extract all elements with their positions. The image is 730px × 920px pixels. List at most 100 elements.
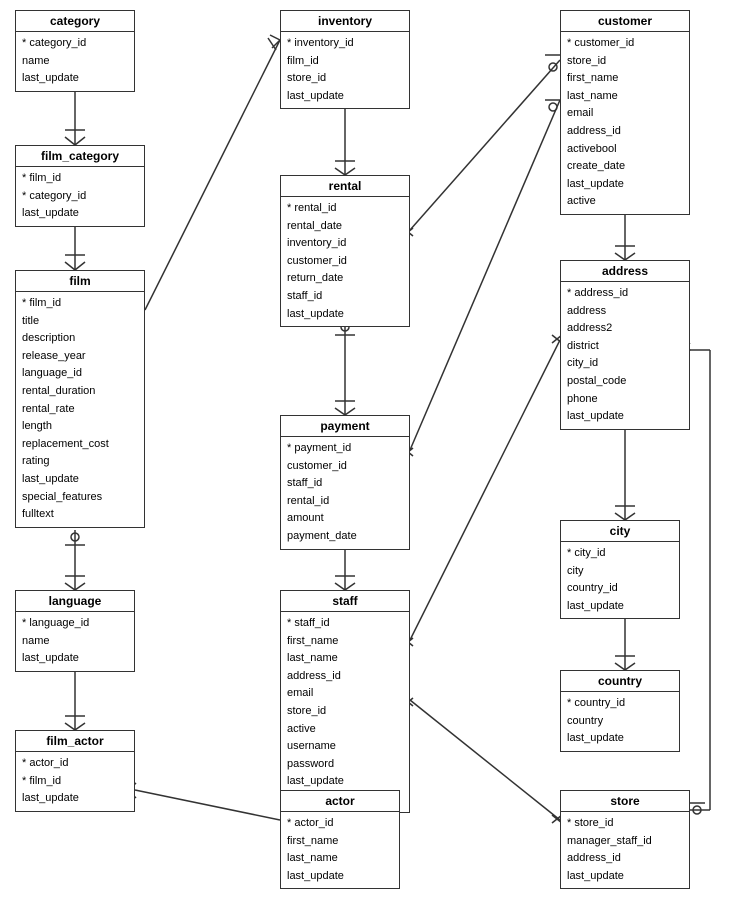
- field-store-manager_staff_id: manager_staff_id: [567, 833, 683, 851]
- field-payment-amount: amount: [287, 510, 403, 528]
- field-city-last_update: last_update: [567, 598, 673, 616]
- field-store-last_update: last_update: [567, 868, 683, 886]
- field-film-rating: rating: [22, 453, 138, 471]
- field-customer-activebool: activebool: [567, 141, 683, 159]
- entity-country-body: * country_idcountrylast_update: [561, 692, 679, 751]
- entity-country-header: country: [561, 671, 679, 692]
- entity-staff: staff* staff_idfirst_namelast_nameaddres…: [280, 590, 410, 813]
- field-rental-staff_id: staff_id: [287, 288, 403, 306]
- field-address-last_update: last_update: [567, 408, 683, 426]
- field-language-name: name: [22, 633, 128, 651]
- entity-address: address* address_idaddressaddress2distri…: [560, 260, 690, 430]
- field-address-address_id: * address_id: [567, 285, 683, 303]
- field-customer-active: active: [567, 193, 683, 211]
- entity-inventory-body: * inventory_idfilm_idstore_idlast_update: [281, 32, 409, 108]
- entity-language-body: * language_idnamelast_update: [16, 612, 134, 671]
- entity-film_category: film_category * film_id* category_idlast_…: [15, 145, 145, 227]
- field-staff-store_id: store_id: [287, 703, 403, 721]
- field-customer-address_id: address_id: [567, 123, 683, 141]
- field-film-replacement_cost: replacement_cost: [22, 436, 138, 454]
- field-category-category_id: * category_id: [22, 35, 128, 53]
- entity-country: country* country_idcountrylast_update: [560, 670, 680, 752]
- field-store-address_id: address_id: [567, 850, 683, 868]
- field-staff-active: active: [287, 721, 403, 739]
- field-actor-last_name: last_name: [287, 850, 393, 868]
- entity-film_actor: film_actor* actor_id* film_idlast_update: [15, 730, 135, 812]
- field-film_category-film_id: * film_id: [22, 170, 138, 188]
- entity-city-header: city: [561, 521, 679, 542]
- field-film_category-last_update: last_update: [22, 205, 138, 223]
- field-address-postal_code: postal_code: [567, 373, 683, 391]
- entity-payment-body: * payment_idcustomer_idstaff_idrental_id…: [281, 437, 409, 549]
- entity-film_category-header: film_category: [16, 146, 144, 167]
- entity-language-header: language: [16, 591, 134, 612]
- entity-customer-header: customer: [561, 11, 689, 32]
- entity-film: film* film_idtitledescriptionrelease_yea…: [15, 270, 145, 528]
- entity-staff-header: staff: [281, 591, 409, 612]
- entity-film-header: film: [16, 271, 144, 292]
- field-film-release_year: release_year: [22, 348, 138, 366]
- entity-actor: actor* actor_idfirst_namelast_namelast_u…: [280, 790, 400, 889]
- entity-city-body: * city_idcitycountry_idlast_update: [561, 542, 679, 618]
- field-customer-first_name: first_name: [567, 70, 683, 88]
- entity-category-header: category: [16, 11, 134, 32]
- field-customer-last_name: last_name: [567, 88, 683, 106]
- field-actor-actor_id: * actor_id: [287, 815, 393, 833]
- field-film-special_features: special_features: [22, 489, 138, 507]
- field-film-title: title: [22, 313, 138, 331]
- field-customer-create_date: create_date: [567, 158, 683, 176]
- field-rental-last_update: last_update: [287, 306, 403, 324]
- entity-language: language* language_idnamelast_update: [15, 590, 135, 672]
- entity-rental-body: * rental_idrental_dateinventory_idcustom…: [281, 197, 409, 326]
- entity-customer: customer* customer_idstore_idfirst_namel…: [560, 10, 690, 215]
- field-customer-customer_id: * customer_id: [567, 35, 683, 53]
- field-staff-last_update: last_update: [287, 773, 403, 791]
- entity-customer-body: * customer_idstore_idfirst_namelast_name…: [561, 32, 689, 214]
- field-staff-email: email: [287, 685, 403, 703]
- field-rental-customer_id: customer_id: [287, 253, 403, 271]
- field-rental-rental_date: rental_date: [287, 218, 403, 236]
- field-category-last_update: last_update: [22, 70, 128, 88]
- field-rental-rental_id: * rental_id: [287, 200, 403, 218]
- field-customer-store_id: store_id: [567, 53, 683, 71]
- entity-store-body: * store_idmanager_staff_idaddress_idlast…: [561, 812, 689, 888]
- field-payment-payment_date: payment_date: [287, 528, 403, 546]
- field-language-last_update: last_update: [22, 650, 128, 668]
- field-actor-first_name: first_name: [287, 833, 393, 851]
- field-inventory-film_id: film_id: [287, 53, 403, 71]
- field-address-address2: address2: [567, 320, 683, 338]
- field-rental-return_date: return_date: [287, 270, 403, 288]
- entity-actor-body: * actor_idfirst_namelast_namelast_update: [281, 812, 399, 888]
- field-film-description: description: [22, 330, 138, 348]
- field-city-city: city: [567, 563, 673, 581]
- entity-staff-body: * staff_idfirst_namelast_nameaddress_ide…: [281, 612, 409, 812]
- field-address-address: address: [567, 303, 683, 321]
- field-staff-password: password: [287, 756, 403, 774]
- field-payment-rental_id: rental_id: [287, 493, 403, 511]
- field-film-language_id: language_id: [22, 365, 138, 383]
- field-film-film_id: * film_id: [22, 295, 138, 313]
- field-staff-first_name: first_name: [287, 633, 403, 651]
- entity-payment: payment* payment_idcustomer_idstaff_idre…: [280, 415, 410, 550]
- field-customer-last_update: last_update: [567, 176, 683, 194]
- field-staff-username: username: [287, 738, 403, 756]
- field-customer-email: email: [567, 105, 683, 123]
- field-store-store_id: * store_id: [567, 815, 683, 833]
- entity-film-body: * film_idtitledescriptionrelease_yearlan…: [16, 292, 144, 527]
- field-payment-staff_id: staff_id: [287, 475, 403, 493]
- entity-category-body: * category_idnamelast_update: [16, 32, 134, 91]
- field-inventory-inventory_id: * inventory_id: [287, 35, 403, 53]
- field-film_category-category_id: * category_id: [22, 188, 138, 206]
- entity-rental: rental* rental_idrental_dateinventory_id…: [280, 175, 410, 327]
- field-film_actor-actor_id: * actor_id: [22, 755, 128, 773]
- entity-city: city* city_idcitycountry_idlast_update: [560, 520, 680, 619]
- entity-store: store* store_idmanager_staff_idaddress_i…: [560, 790, 690, 889]
- field-film-fulltext: fulltext: [22, 506, 138, 524]
- entity-inventory-header: inventory: [281, 11, 409, 32]
- field-film_actor-last_update: last_update: [22, 790, 128, 808]
- entity-address-body: * address_idaddressaddress2districtcity_…: [561, 282, 689, 429]
- field-city-city_id: * city_id: [567, 545, 673, 563]
- field-payment-customer_id: customer_id: [287, 458, 403, 476]
- field-address-phone: phone: [567, 391, 683, 409]
- field-city-country_id: country_id: [567, 580, 673, 598]
